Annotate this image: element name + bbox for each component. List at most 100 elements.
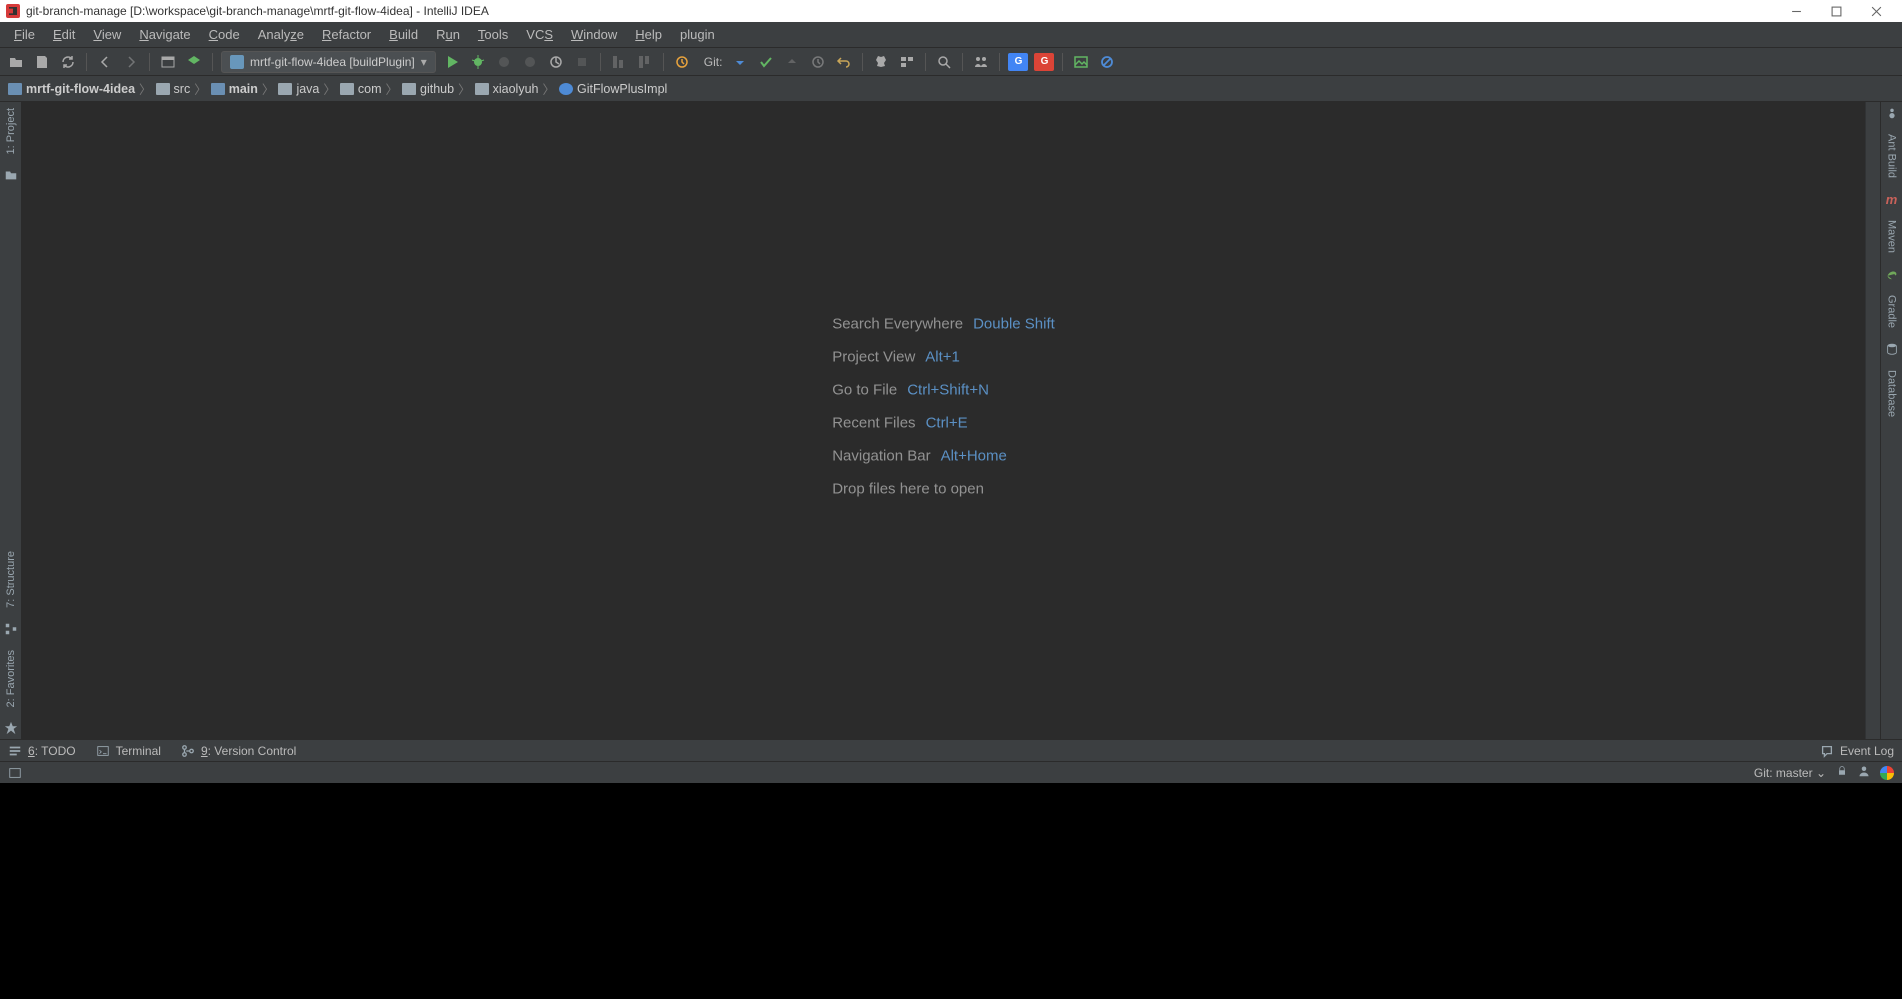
hint-row: Project View Alt+1	[832, 348, 1055, 365]
tool-terminal[interactable]: Terminal	[96, 744, 161, 758]
event-log-label: Event Log	[1840, 744, 1894, 758]
menu-help[interactable]: Help	[627, 25, 670, 44]
breadcrumb-gitflowplusimpl[interactable]: GitFlowPlusImpl	[557, 82, 669, 96]
git-label: Git:	[704, 55, 723, 69]
welcome-hints: Search EverywhereDouble Shift Project Vie…	[832, 315, 1055, 497]
navigation-bar: mrtf-git-flow-4idea〉src〉main〉java〉com〉gi…	[0, 76, 1902, 102]
toggle-tool-windows-icon[interactable]	[8, 766, 22, 780]
folder-icon[interactable]	[4, 168, 18, 182]
tool-event-log[interactable]: Event Log	[1820, 744, 1894, 758]
breadcrumb-sep: 〉	[194, 79, 207, 98]
build-icon[interactable]	[184, 52, 204, 72]
stop-icon[interactable]	[572, 52, 592, 72]
close-button[interactable]	[1856, 0, 1896, 22]
ant-icon[interactable]	[1885, 106, 1899, 120]
attach-icon[interactable]	[546, 52, 566, 72]
menu-plugin[interactable]: plugin	[672, 25, 723, 44]
menu-window[interactable]: Window	[563, 25, 625, 44]
open-icon[interactable]	[6, 52, 26, 72]
gradle-icon[interactable]	[1885, 267, 1899, 281]
structure-popup-icon[interactable]	[609, 52, 629, 72]
maximize-button[interactable]	[1816, 0, 1856, 22]
desktop-taskbar-area	[0, 783, 1902, 999]
hint-label: Recent Files	[832, 414, 915, 431]
breadcrumb-sep: 〉	[323, 79, 336, 98]
breadcrumb-xiaolyuh[interactable]: xiaolyuh	[473, 82, 541, 96]
tool-structure[interactable]: 7: Structure	[5, 549, 17, 610]
profile-icon[interactable]	[520, 52, 540, 72]
breadcrumb-src[interactable]: src	[154, 82, 193, 96]
star-icon[interactable]	[4, 721, 18, 735]
menu-analyze[interactable]: Analyze	[250, 25, 312, 44]
breadcrumb-java[interactable]: java	[276, 82, 321, 96]
tool-ant-build[interactable]: Ant Build	[1886, 132, 1898, 180]
tool-todo[interactable]: 6: 6: TODOTODO	[8, 744, 76, 758]
vcs-rollback-icon[interactable]	[834, 52, 854, 72]
menu-build[interactable]: Build	[381, 25, 426, 44]
image-tool-icon[interactable]	[1071, 52, 1091, 72]
search-icon[interactable]	[934, 52, 954, 72]
tool-version-control[interactable]: 9: Version Control	[181, 744, 296, 758]
project-structure-icon[interactable]	[897, 52, 917, 72]
menu-tools[interactable]: Tools	[470, 25, 516, 44]
menu-file[interactable]: File	[6, 25, 43, 44]
breadcrumb-mrtf-git-flow-4idea[interactable]: mrtf-git-flow-4idea	[6, 82, 137, 96]
menu-navigate[interactable]: Navigate	[131, 25, 198, 44]
structure-icon[interactable]	[4, 622, 18, 636]
google-status-icon[interactable]	[1880, 766, 1894, 780]
editor-empty-state[interactable]: Search EverywhereDouble Shift Project Vie…	[22, 102, 1866, 739]
breadcrumb-github[interactable]: github	[400, 82, 456, 96]
tool-database[interactable]: Database	[1886, 368, 1898, 419]
back-icon[interactable]	[95, 52, 115, 72]
menu-code[interactable]: Code	[201, 25, 248, 44]
hint-label: Project View	[832, 348, 915, 365]
breadcrumb-main[interactable]: main	[209, 82, 260, 96]
debug-icon[interactable]	[468, 52, 488, 72]
menu-refactor[interactable]: Refactor	[314, 25, 379, 44]
sync-icon[interactable]	[58, 52, 78, 72]
coverage-icon[interactable]	[494, 52, 514, 72]
database-icon[interactable]	[1885, 342, 1899, 356]
tool-gradle[interactable]: Gradle	[1886, 293, 1898, 330]
vcs-push-icon[interactable]	[782, 52, 802, 72]
run-icon[interactable]	[442, 52, 462, 72]
user-icon[interactable]	[1858, 765, 1870, 780]
git-branch-indicator[interactable]: Git: master ⌄	[1754, 766, 1826, 780]
menu-view[interactable]: View	[85, 25, 129, 44]
breadcrumb-sep: 〉	[458, 79, 471, 98]
chevron-down-icon: ▾	[421, 55, 427, 69]
hint-shortcut: Alt+1	[925, 348, 960, 365]
settings-icon[interactable]	[871, 52, 891, 72]
vcs-commit-icon[interactable]	[756, 52, 776, 72]
vcs-history-icon[interactable]	[808, 52, 828, 72]
hint-label: Go to File	[832, 381, 897, 398]
minimize-button[interactable]	[1776, 0, 1816, 22]
google-translate-blue-icon[interactable]: G	[1008, 53, 1028, 71]
toolbar: mrtf-git-flow-4idea [buildPlugin] ▾ Git:…	[0, 48, 1902, 76]
menu-vcs[interactable]: VCS	[518, 25, 561, 44]
titlebar: git-branch-manage [D:\workspace\git-bran…	[0, 0, 1902, 22]
vcs-pull-icon[interactable]	[730, 52, 750, 72]
run-config-label: mrtf-git-flow-4idea [buildPlugin]	[250, 55, 415, 69]
forward-icon[interactable]	[121, 52, 141, 72]
hierarchy-icon[interactable]	[635, 52, 655, 72]
tool-project[interactable]: 1: Project	[5, 106, 17, 156]
select-config-icon[interactable]	[158, 52, 178, 72]
hint-row: Search EverywhereDouble Shift	[832, 315, 1055, 332]
google-translate-red-icon[interactable]: G	[1034, 53, 1054, 71]
menu-edit[interactable]: Edit	[45, 25, 83, 44]
vcs-update-icon[interactable]	[672, 52, 692, 72]
breadcrumb-com[interactable]: com	[338, 82, 384, 96]
maven-icon[interactable]: m	[1885, 192, 1899, 206]
menu-run[interactable]: Run	[428, 25, 468, 44]
code-with-me-icon[interactable]	[971, 52, 991, 72]
save-all-icon[interactable]	[32, 52, 52, 72]
tool-favorites[interactable]: 2: Favorites	[5, 648, 17, 709]
disable-icon[interactable]	[1097, 52, 1117, 72]
tool-maven[interactable]: Maven	[1886, 218, 1898, 255]
terminal-label: Terminal	[116, 744, 161, 758]
hint-shortcut: Double Shift	[973, 315, 1055, 332]
hint-shortcut: Alt+Home	[941, 447, 1007, 464]
lock-icon[interactable]	[1836, 765, 1848, 780]
run-configuration-selector[interactable]: mrtf-git-flow-4idea [buildPlugin] ▾	[221, 51, 436, 73]
